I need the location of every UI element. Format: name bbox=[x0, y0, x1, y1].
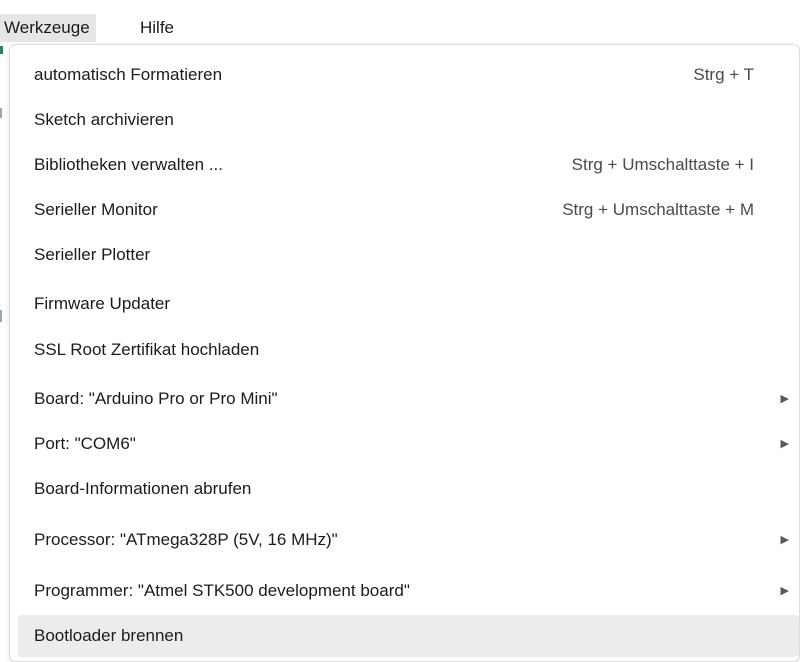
menu-item-label: Bibliotheken verwalten ... bbox=[34, 155, 223, 174]
menu-item-firmware-updater[interactable]: Firmware Updater bbox=[18, 283, 799, 325]
menu-item-ssl-root-certificate[interactable]: SSL Root Zertifikat hochladen bbox=[18, 329, 799, 371]
submenu-arrow-icon: ▶ bbox=[780, 438, 789, 450]
menu-item-board[interactable]: Board: "Arduino Pro or Pro Mini" ▶ bbox=[18, 378, 799, 420]
menubar-item-hilfe[interactable]: Hilfe bbox=[134, 14, 180, 42]
menu-item-label: Firmware Updater bbox=[34, 294, 171, 313]
menu-item-label: Port: "COM6" bbox=[34, 434, 136, 453]
menu-bar: Werkzeuge Hilfe bbox=[0, 0, 800, 44]
menu-item-label: Processor: "ATmega328P (5V, 16 MHz)" bbox=[34, 530, 338, 549]
window-edge-marks bbox=[0, 46, 3, 322]
menu-item-label: Serieller Plotter bbox=[34, 245, 151, 264]
menu-item-programmer[interactable]: Programmer: "Atmel STK500 development bo… bbox=[18, 570, 799, 612]
menu-item-label: Bootloader brennen bbox=[34, 626, 184, 645]
menu-item-label: Serieller Monitor bbox=[34, 200, 158, 219]
menu-item-archive-sketch[interactable]: Sketch archivieren bbox=[18, 99, 799, 141]
menu-item-label: automatisch Formatieren bbox=[34, 65, 223, 84]
shortcut-text: Strg + Umschalttaste + I bbox=[571, 155, 754, 174]
menu-item-manage-libraries[interactable]: Bibliotheken verwalten ... Strg + Umscha… bbox=[18, 144, 799, 186]
shortcut-text: Strg + T bbox=[693, 65, 754, 84]
menu-item-label: Board-Informationen abrufen bbox=[34, 479, 252, 498]
menu-item-port[interactable]: Port: "COM6" ▶ bbox=[18, 423, 799, 465]
menu-item-auto-format[interactable]: automatisch Formatieren Strg + T bbox=[18, 54, 799, 96]
submenu-arrow-icon: ▶ bbox=[780, 534, 789, 546]
menubar-item-werkzeuge[interactable]: Werkzeuge bbox=[0, 14, 96, 42]
menu-item-label: Programmer: "Atmel STK500 development bo… bbox=[34, 581, 410, 600]
shortcut-text: Strg + Umschalttaste + M bbox=[562, 200, 754, 219]
submenu-arrow-icon: ▶ bbox=[780, 393, 789, 405]
menu-item-label: Sketch archivieren bbox=[34, 110, 174, 129]
menu-item-processor[interactable]: Processor: "ATmega328P (5V, 16 MHz)" ▶ bbox=[18, 519, 799, 561]
menu-item-serial-monitor[interactable]: Serieller Monitor Strg + Umschalttaste +… bbox=[18, 189, 799, 231]
menu-item-label: Board: "Arduino Pro or Pro Mini" bbox=[34, 389, 278, 408]
menu-item-label: SSL Root Zertifikat hochladen bbox=[34, 340, 260, 359]
menu-item-serial-plotter[interactable]: Serieller Plotter bbox=[18, 234, 799, 276]
tools-dropdown-menu: automatisch Formatieren Strg + T Sketch … bbox=[9, 44, 800, 662]
menu-item-burn-bootloader[interactable]: Bootloader brennen bbox=[18, 615, 799, 657]
menu-item-board-info[interactable]: Board-Informationen abrufen bbox=[18, 468, 799, 510]
submenu-arrow-icon: ▶ bbox=[780, 585, 789, 597]
